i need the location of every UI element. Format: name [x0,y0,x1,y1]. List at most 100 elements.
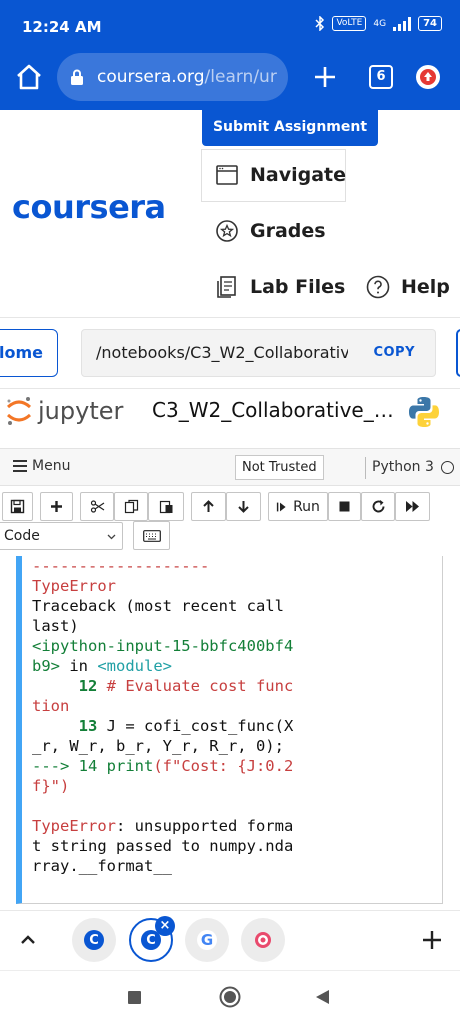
coursera-logo[interactable]: coursera [12,188,166,226]
restart-icon [372,500,384,513]
move-up-button[interactable] [191,492,226,521]
fast-forward-icon [406,501,419,512]
error-message-3: rray.__format__ [32,857,172,875]
window-icon [216,165,238,185]
overflow-button[interactable] [456,329,460,377]
help-label: Help [401,276,450,298]
line-13-code-1: J = cofi_cost_func(X [97,717,294,735]
line-14-fstring-2: f}") [32,777,70,795]
kernel-status-icon [441,461,454,474]
interrupt-button[interactable] [328,492,361,521]
navigate-button[interactable]: Navigate [215,163,346,187]
line-14-fstring-1: (f"Cost: {J:0.2 [153,757,294,775]
move-down-button[interactable] [226,492,261,521]
close-tab-icon[interactable]: × [155,916,175,936]
system-nav-bar [0,970,460,1024]
back-icon[interactable] [315,989,330,1005]
path-divider [0,388,460,389]
error-label: TypeError [32,817,116,835]
grades-button[interactable]: Grades [215,219,326,243]
line-13-code-2: _r, W_r, b_r, Y_r, R_r, 0); [32,737,284,755]
menu-button[interactable]: Menu [12,458,70,474]
update-button[interactable] [416,65,440,89]
network-type: 4G [373,18,387,29]
python-logo-icon [409,397,439,427]
cell-type-select[interactable]: Code [0,522,123,550]
url-text: coursera.org/learn/ur [97,67,282,87]
error-message-1: : unsupported forma [116,817,294,835]
run-label: Run [293,498,320,515]
stop-icon [339,501,350,512]
scissors-icon [90,500,104,513]
notebook-path-field[interactable]: /notebooks/C3_W2_Collaborative COPY [81,329,436,377]
bluetooth-icon [315,16,325,31]
line-14-print: print [97,757,154,775]
insert-cell-button[interactable] [40,492,73,521]
files-icon [217,276,236,298]
signal-icon [393,16,412,31]
command-palette-button[interactable] [133,521,170,550]
traceback-header-2: last) [32,617,79,635]
notebook-title[interactable]: C3_W2_Collaborative_… [152,398,392,422]
coursera-favicon-icon: C [84,930,104,950]
run-button[interactable]: Run [268,492,328,521]
kernel-name[interactable]: Python 3 [372,459,434,475]
lab-files-label: Lab Files [250,276,346,298]
line-14-number: 14 [69,757,98,775]
arrow-down-icon [238,501,249,513]
chevron-up-icon[interactable] [18,930,38,950]
status-icons: VoLTE 4G 74 [315,16,442,31]
lab-home-button[interactable]: lome [0,329,58,377]
url-host: coursera.org [97,67,205,87]
tab-other[interactable] [241,918,285,962]
jupyter-orbit-icon [6,397,32,425]
save-icon [10,499,25,514]
lab-files-button[interactable]: Lab Files [215,275,345,299]
restart-kernel-button[interactable] [361,492,395,521]
new-tab-icon[interactable] [312,64,338,90]
recents-icon[interactable] [127,990,142,1005]
error-name: TypeError [32,577,116,595]
error-message-2: t string passed to numpy.nda [32,837,294,855]
add-tab-icon[interactable] [420,928,444,952]
url-path: /learn/ur [204,67,277,87]
help-icon [366,275,390,299]
output-cell[interactable]: ------------------- TypeError Traceback … [16,556,443,904]
help-button[interactable]: Help [366,275,450,299]
jupyter-logo[interactable]: jupyter [6,395,123,427]
paste-button[interactable] [148,492,184,521]
copy-path-button[interactable]: COPY [373,345,415,360]
browser-toolbar: 12:24 AM VoLTE 4G 74 coursera.org/learn/… [0,0,460,110]
tab-google[interactable]: G [185,918,229,962]
save-button[interactable] [2,492,33,521]
input-ref-1: <ipython-input-15-bbfc400bf4 [32,637,294,655]
home-nav-icon[interactable] [219,986,241,1008]
in-word: in [60,657,98,675]
chevron-down-icon [107,534,116,540]
google-favicon-icon: G [197,930,217,950]
trust-indicator[interactable]: Not Trusted [235,455,324,480]
traceback-output: ------------------- TypeError Traceback … [32,556,312,876]
hamburger-icon [13,460,27,472]
cut-button[interactable] [80,492,114,521]
restart-run-all-button[interactable] [395,492,430,521]
paste-icon [159,500,172,514]
tab-switcher-button[interactable]: 6 [369,65,393,89]
target-favicon-icon [255,932,271,948]
tab-coursera-1[interactable]: C [72,918,116,962]
arrow-up-icon [203,500,214,512]
battery-level: 74 [418,16,442,31]
address-bar[interactable]: coursera.org/learn/ur [57,53,288,101]
copy-cell-button[interactable] [114,492,148,521]
notebook-path: /notebooks/C3_W2_Collaborative [96,343,348,362]
navigate-label: Navigate [250,164,347,186]
home-icon[interactable] [14,62,44,92]
header-divider [0,317,460,318]
plus-icon [51,501,62,512]
submit-assignment-button[interactable]: Submit Assignment [202,110,378,146]
line-12-code-2: tion [32,697,70,715]
line-13-number: 13 [32,717,98,735]
tab-strip [0,910,460,970]
cell-type-value: Code [4,528,40,544]
update-arrow-icon [420,69,436,85]
